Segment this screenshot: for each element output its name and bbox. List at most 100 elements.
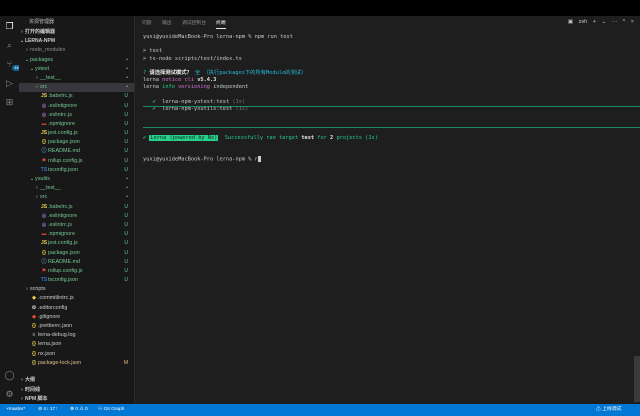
summary-target: test xyxy=(301,134,315,141)
file-type-icon: TS xyxy=(40,277,48,284)
outline-section[interactable]: › 大纲 xyxy=(19,376,134,385)
maximize-panel-icon[interactable]: ^ xyxy=(623,19,626,25)
tree-item-label: scripts xyxy=(30,286,46,293)
tree-item-label: .editorconfig xyxy=(38,304,68,311)
git-status-badge: U xyxy=(124,277,128,284)
summary-projects: projects (1s) xyxy=(333,134,378,141)
lerna-prefix: lerna xyxy=(143,84,163,91)
tree-item[interactable]: ⌄yxtest • xyxy=(19,65,134,74)
tree-item[interactable]: ≡ lerna-debug.log xyxy=(19,331,134,340)
tree-item[interactable]: ⌄yxutils • xyxy=(19,175,134,184)
sync-indicator[interactable]: ⊘ 4↓ 17↑ xyxy=(38,404,58,416)
run-debug-icon[interactable]: ▷ xyxy=(4,78,15,89)
source-control-icon[interactable]: ⑂ 46 xyxy=(4,59,21,71)
tree-item-label: jest.config.js xyxy=(48,240,78,247)
git-status-badge: U xyxy=(124,203,128,210)
file-type-icon: {} xyxy=(42,249,46,256)
search-icon[interactable]: ⌕ xyxy=(4,40,15,51)
open-editors-section[interactable]: › 打开的编辑器 xyxy=(19,28,134,37)
tree-item[interactable]: ◆ .commitlintrc.js xyxy=(19,294,134,303)
tree-item-label: package.json xyxy=(48,249,80,256)
tree-item[interactable]: JSjest.config.js U xyxy=(19,129,134,138)
terminal-line: > test xyxy=(143,48,163,55)
git-graph-button[interactable]: ⚇ Git Graph xyxy=(98,404,124,416)
cli-word: cli xyxy=(181,77,198,84)
tree-item[interactable]: JS.babelrc.js U xyxy=(19,92,134,101)
file-type-icon: ⓘ xyxy=(41,148,47,155)
tree-item[interactable]: ◎ .eslintignore U xyxy=(19,212,134,221)
tab-terminal[interactable]: 终端 xyxy=(216,19,226,29)
terminal-scrollbar[interactable] xyxy=(634,356,640,402)
branch-indicator[interactable]: ⑂ master* xyxy=(6,404,25,416)
new-terminal-button[interactable]: + xyxy=(593,19,596,25)
tree-item-label: src xyxy=(40,84,48,91)
more-actions-icon[interactable]: ··· xyxy=(612,19,618,25)
tree-item[interactable]: ⓘ README.md U xyxy=(19,258,134,267)
tree-item-label: __test__ xyxy=(40,74,61,81)
tree-item[interactable]: TStsconfig.json U xyxy=(19,276,134,285)
file-type-icon: ◆ xyxy=(32,295,36,302)
tree-item[interactable]: ⚑ rollup.config.js U xyxy=(19,157,134,166)
tree-item[interactable]: ⓘ README.md U xyxy=(19,147,134,156)
git-status-badge: U xyxy=(124,120,128,127)
tree-item[interactable]: JS.babelrc.js U xyxy=(19,203,134,212)
npm-scripts-section[interactable]: › NPM 脚本 xyxy=(19,395,134,404)
timeline-section[interactable]: › 时间线 xyxy=(19,386,134,395)
status-right[interactable]: ⚠ 上线调试 xyxy=(596,404,621,416)
terminal-line: ? 请选择测试模式？ 全 （执行packages下的所有Module的测试） xyxy=(143,70,623,77)
project-section[interactable]: ⌄LERNA-NPM xyxy=(19,37,134,46)
terminal-shell-icon[interactable]: ▣ zsh xyxy=(568,19,587,25)
tree-item[interactable]: ⚙ .editorconfig xyxy=(19,304,134,313)
extensions-icon[interactable]: ⊞ xyxy=(4,97,15,108)
tree-item[interactable]: TStsconfig.json U xyxy=(19,166,134,175)
tree-item[interactable]: {} package.json U xyxy=(19,249,134,258)
tab-output[interactable]: 输出 xyxy=(162,19,172,28)
tree-item-label: jest.config.js xyxy=(48,130,78,137)
account-icon[interactable]: ◯ xyxy=(4,370,15,381)
tree-item[interactable]: ◎ .eslintrc.js U xyxy=(19,111,134,120)
terminal-dropdown-icon[interactable]: ⌄ xyxy=(601,19,606,25)
tree-item[interactable]: ⚑ rollup.config.js U xyxy=(19,267,134,276)
git-status-badge: • xyxy=(126,74,128,81)
problems-indicator[interactable]: ⊗ 0 ⚠ 0 xyxy=(70,404,88,416)
tree-item[interactable]: ◆ .gitignore xyxy=(19,313,134,322)
tree-item[interactable]: › scripts xyxy=(19,285,134,294)
terminal-output[interactable]: yuxi@yuxideMacBook-Pro lerna-npm % npm r… xyxy=(143,34,623,163)
tree-item[interactable]: ◎ .eslintignore U xyxy=(19,102,134,111)
tree-item[interactable]: ⌄packages • xyxy=(19,56,134,65)
tree-item[interactable]: ▬ .npmignore U xyxy=(19,230,134,239)
cli-version: v5.4.3 xyxy=(197,77,217,84)
tree-item[interactable]: {} .prettierrc.json xyxy=(19,322,134,331)
tree-item[interactable]: › node_modules xyxy=(19,46,134,55)
tab-problems[interactable]: 问题 xyxy=(142,19,152,28)
settings-gear-icon[interactable]: ⚙ xyxy=(4,389,15,400)
explorer-icon[interactable]: ❐ xyxy=(4,21,15,32)
file-type-icon: {} xyxy=(32,359,36,366)
terminal-cursor xyxy=(257,156,261,163)
git-status-badge: U xyxy=(124,240,128,247)
tree-item[interactable]: ◎ .eslintrc.js U xyxy=(19,221,134,230)
terminal-line: lerna info versioning independent xyxy=(143,84,623,91)
tree-item[interactable]: › __test__ • xyxy=(19,184,134,193)
tree-item[interactable]: › __test__ • xyxy=(19,74,134,83)
tree-item[interactable]: › src • xyxy=(19,83,134,93)
tree-item-label: .babelrc.js xyxy=(48,203,73,210)
tree-item-label: nx.json xyxy=(38,350,56,357)
tree-item-label: package-lock.json xyxy=(38,359,82,366)
tree-item[interactable]: {} package.json U xyxy=(19,138,134,147)
git-status-badge: U xyxy=(124,212,128,219)
file-type-icon: TS xyxy=(40,166,48,173)
tree-item[interactable]: ▬ .npmignore U xyxy=(19,120,134,129)
tab-debug-console[interactable]: 调试控制台 xyxy=(182,19,206,28)
tree-item[interactable]: {} nx.json xyxy=(19,350,134,359)
close-panel-icon[interactable]: × xyxy=(631,19,634,25)
tree-item[interactable]: JSjest.config.js U xyxy=(19,239,134,248)
tree-item[interactable]: {} lerna.json xyxy=(19,340,134,349)
tree-item[interactable]: {} package-lock.json M xyxy=(19,359,134,368)
git-status-badge: U xyxy=(124,231,128,238)
file-type-icon: ◆ xyxy=(32,313,36,320)
tree-item[interactable]: › src • xyxy=(19,193,134,202)
git-status-badge: U xyxy=(124,130,128,137)
